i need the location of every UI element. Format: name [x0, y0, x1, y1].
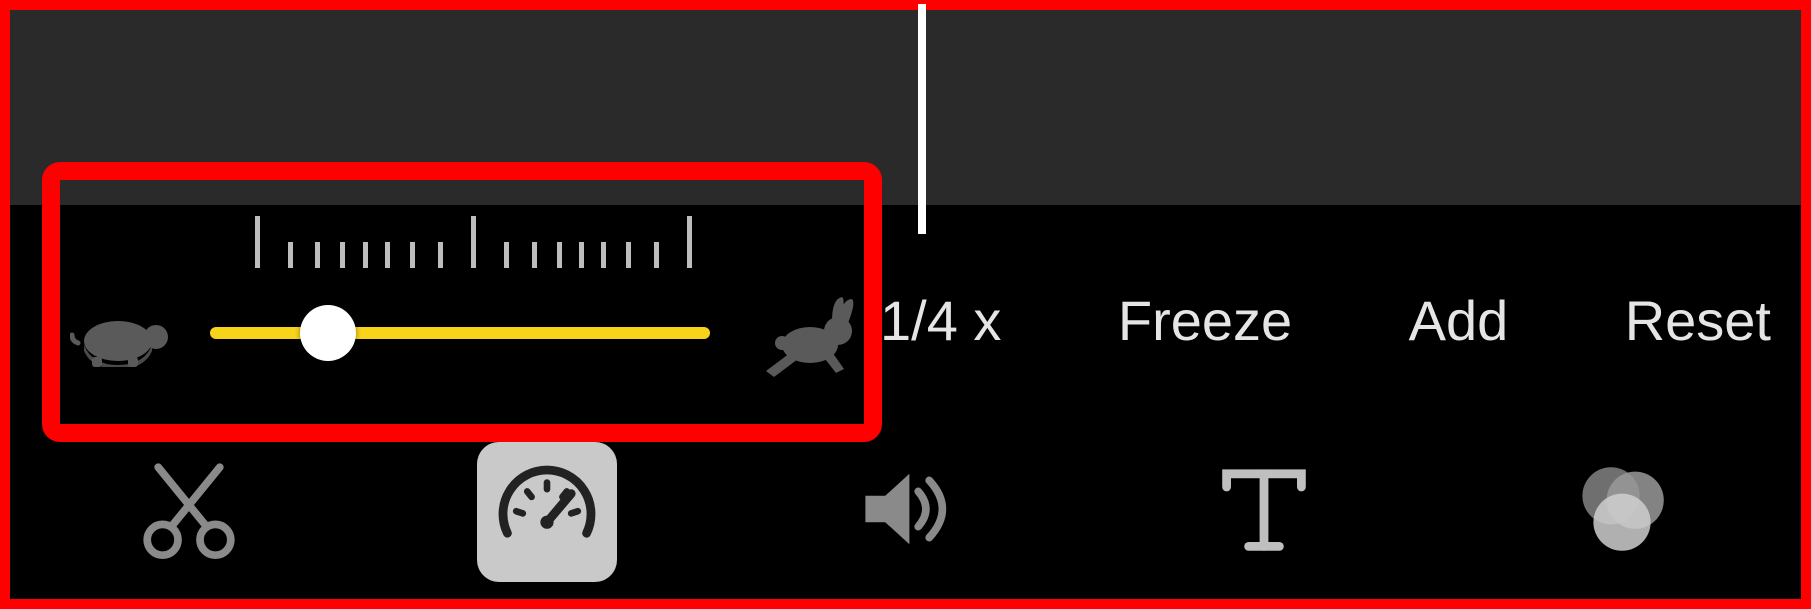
- text-icon: [1209, 454, 1319, 569]
- rabbit-icon: [760, 297, 860, 367]
- turtle-icon: [70, 307, 170, 361]
- app-frame: 1/4 x Freeze Add Reset: [0, 0, 1811, 609]
- speedometer-icon: [492, 454, 602, 569]
- text-tool[interactable]: [1194, 442, 1334, 582]
- reset-button[interactable]: Reset: [1625, 288, 1771, 353]
- speed-slider-thumb[interactable]: [300, 305, 356, 361]
- speed-slider-track: [210, 327, 710, 339]
- speed-fraction-button[interactable]: 1/4 x: [880, 288, 1001, 353]
- freeze-button[interactable]: Freeze: [1118, 288, 1292, 353]
- timeline-playhead[interactable]: [918, 4, 926, 234]
- add-button[interactable]: Add: [1409, 288, 1509, 353]
- timeline-preview[interactable]: [10, 10, 1801, 205]
- speed-options-row: 1/4 x Freeze Add Reset: [880, 280, 1771, 360]
- cut-tool[interactable]: [119, 442, 259, 582]
- filters-tool[interactable]: [1552, 442, 1692, 582]
- speed-tool[interactable]: [477, 442, 617, 582]
- volume-tool[interactable]: [835, 442, 975, 582]
- filters-icon: [1567, 454, 1677, 569]
- speed-slider[interactable]: [70, 285, 860, 365]
- volume-icon: [850, 454, 960, 569]
- scissors-icon: [134, 454, 244, 569]
- editor-toolbar: [10, 424, 1801, 599]
- speed-ruler: [255, 208, 695, 268]
